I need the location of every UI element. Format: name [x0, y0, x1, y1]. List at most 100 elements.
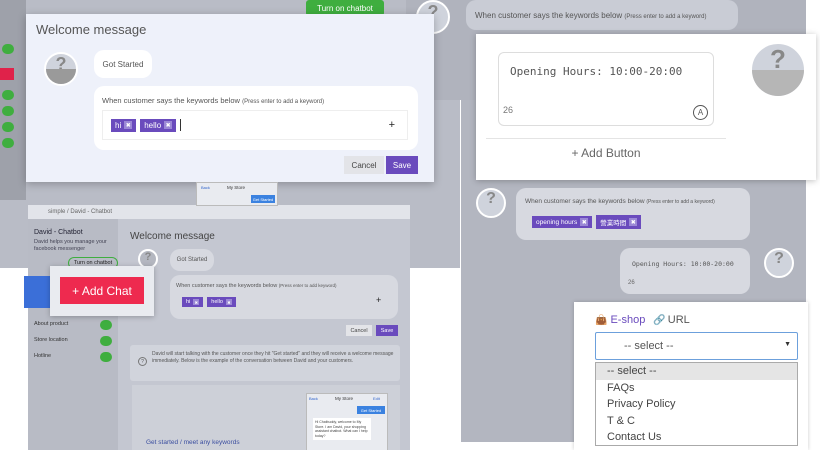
save-button[interactable]: Save — [376, 325, 398, 336]
toggle-switch[interactable] — [2, 44, 14, 54]
divider — [486, 138, 726, 139]
app-header: simple / David - Chatbot — [28, 205, 410, 219]
sidebar-strip — [0, 0, 26, 200]
select-option[interactable]: Contact Us — [596, 429, 797, 446]
phone-preview: Back My Store Edit Get Started Hi Chatbu… — [306, 393, 388, 450]
phone-back-link: Back — [201, 185, 210, 190]
keyword-tag: hello ✖ — [207, 297, 236, 307]
keyword-tag: 營業時間 ✖ — [596, 215, 642, 229]
keyword-tags: hi ✖ hello ✖ — [182, 297, 240, 307]
sidebar-item[interactable]: Hotline — [34, 353, 51, 359]
link-select[interactable]: -- select -- ▼ — [595, 332, 798, 360]
phone-message: Hi Chatbuddy, welcome to My Store. I am … — [313, 418, 371, 440]
select-options-list: -- select -- FAQs Privacy Policy T & C C… — [595, 362, 798, 446]
keyword-tags: opening hours ✖ 營業時間 ✖ — [532, 215, 645, 229]
phone-edit-link: Edit — [373, 396, 380, 401]
plus-icon[interactable]: + — [376, 295, 381, 305]
eshop-option[interactable]: 👜 E-shop — [595, 314, 645, 326]
bot-avatar: ? — [44, 52, 78, 86]
question-icon: ? — [144, 251, 152, 263]
phone-back-link: Back — [309, 396, 318, 401]
toggle-switch[interactable] — [2, 106, 14, 116]
phone-get-started: Get Started — [251, 195, 275, 203]
remove-tag-icon[interactable]: ✖ — [225, 299, 232, 305]
chatbot-editor-screenshot: simple / David - Chatbot David - Chatbot… — [28, 205, 410, 450]
keyword-tag: opening hours ✖ — [532, 216, 593, 228]
sidebar-title: David - Chatbot — [34, 229, 83, 236]
link-type-card: 👜 E-shop 🔗 URL -- select -- ▼ -- select … — [574, 302, 808, 450]
cancel-button[interactable]: Cancel — [344, 156, 384, 174]
plus-icon[interactable]: + — [389, 119, 395, 131]
keyword-hint: (Press enter to add a keyword) — [646, 199, 715, 205]
chevron-down-icon: ▼ — [784, 341, 791, 348]
phone-get-started: Get Started — [357, 406, 385, 414]
keyword-tag: hi ✖ — [182, 297, 204, 307]
message-bubble: Opening Hours: 10:00-20:00 26 — [620, 248, 750, 294]
add-button[interactable]: + Add Button — [486, 146, 726, 160]
keyword-hint: (Press enter to add a keyword) — [242, 99, 325, 105]
keyword-label: When customer says the keywords below — [475, 11, 623, 20]
emoji-icon[interactable]: A — [693, 105, 708, 120]
remove-tag-icon[interactable]: ✖ — [580, 218, 589, 226]
info-text: David will start talking with the custom… — [152, 351, 394, 364]
remove-tag-icon[interactable]: ✖ — [164, 121, 173, 129]
toggle-switch[interactable] — [100, 352, 112, 362]
phone-title: My Store — [335, 396, 354, 401]
remove-tag-icon[interactable]: ✖ — [124, 121, 133, 129]
select-option[interactable]: -- select -- — [596, 363, 797, 380]
message-text: Opening Hours: 10:00-20:00 — [510, 65, 683, 78]
get-started-bubble[interactable]: Got Started — [170, 249, 214, 271]
char-count: 26 — [503, 105, 514, 115]
cancel-button[interactable]: Cancel — [346, 325, 372, 336]
chatbot-sidebar: David - Chatbot David helps you manage y… — [28, 219, 118, 450]
keyword-hint: (Press enter to add keyword) — [278, 283, 337, 288]
section-title: Welcome message — [130, 231, 215, 242]
welcome-message-modal: Welcome message ? Got Started When custo… — [26, 14, 434, 182]
keyword-bubble: When customer says the keywords below (P… — [170, 275, 398, 319]
select-option[interactable]: FAQs — [596, 380, 797, 397]
message-textarea[interactable]: Opening Hours: 10:00-20:00 26 A — [498, 52, 714, 126]
keyword-label: When customer says the keywords below — [525, 198, 645, 205]
save-button[interactable]: Save — [386, 156, 418, 174]
toggle-switch[interactable] — [100, 336, 112, 346]
phone-title: My Store — [227, 185, 246, 190]
toggle-switch[interactable] — [100, 320, 112, 330]
info-icon: ? — [138, 357, 147, 366]
bot-avatar: ? — [476, 188, 506, 218]
toggle-switch[interactable] — [2, 122, 14, 132]
keyword-label: When customer says the keywords below — [102, 96, 240, 105]
add-chat-button[interactable]: + Add Chat — [60, 277, 144, 304]
sidebar-description: David helps you manage your facebook mes… — [34, 239, 107, 252]
keyword-bubble: When customer says the keywords below (P… — [466, 0, 738, 30]
question-icon: ? — [774, 250, 784, 267]
select-option[interactable]: Privacy Policy — [596, 396, 797, 413]
keyword-tag: hi ✖ — [111, 118, 137, 132]
url-option[interactable]: 🔗 URL — [653, 314, 689, 326]
phone-preview-fragment: Back My Store Get Started — [196, 182, 278, 206]
keyword-bubble: When customer says the keywords below (P… — [94, 86, 418, 150]
keyword-hint: (Press enter to add a keyword) — [624, 14, 707, 20]
bot-avatar: ? — [750, 42, 806, 98]
bag-icon: 👜 — [595, 314, 608, 326]
get-started-link[interactable]: Get started / meet any keywords — [146, 439, 240, 446]
info-box: ? David will start talking with the cust… — [130, 345, 400, 381]
keyword-bubble: When customer says the keywords below (P… — [516, 188, 750, 240]
get-started-bubble[interactable]: Got Started — [94, 50, 152, 78]
sidebar-item[interactable]: Store location — [34, 337, 68, 343]
remove-tag-icon[interactable]: ✖ — [629, 218, 638, 226]
add-chat-popup: + Add Chat — [50, 266, 154, 316]
message-text: Opening Hours: 10:00-20:00 — [632, 260, 734, 268]
sidebar-item[interactable]: About product — [34, 321, 68, 327]
conversation-preview: Get started / meet any keywords Back My … — [132, 385, 400, 450]
bot-avatar: ? — [764, 248, 794, 278]
avatar-shade — [752, 70, 804, 96]
remove-tag-icon[interactable]: ✖ — [193, 299, 200, 305]
toggle-switch[interactable] — [2, 138, 14, 148]
avatar-shade — [46, 69, 76, 84]
select-option[interactable]: T & C — [596, 413, 797, 430]
message-card: Opening Hours: 10:00-20:00 26 A + Add Bu… — [476, 34, 816, 180]
toggle-switch[interactable] — [2, 90, 14, 100]
keyword-input[interactable]: hi ✖ hello ✖ + — [102, 110, 408, 140]
char-count: 26 — [628, 280, 635, 286]
keyword-label: When customer says the keywords below — [176, 283, 278, 289]
